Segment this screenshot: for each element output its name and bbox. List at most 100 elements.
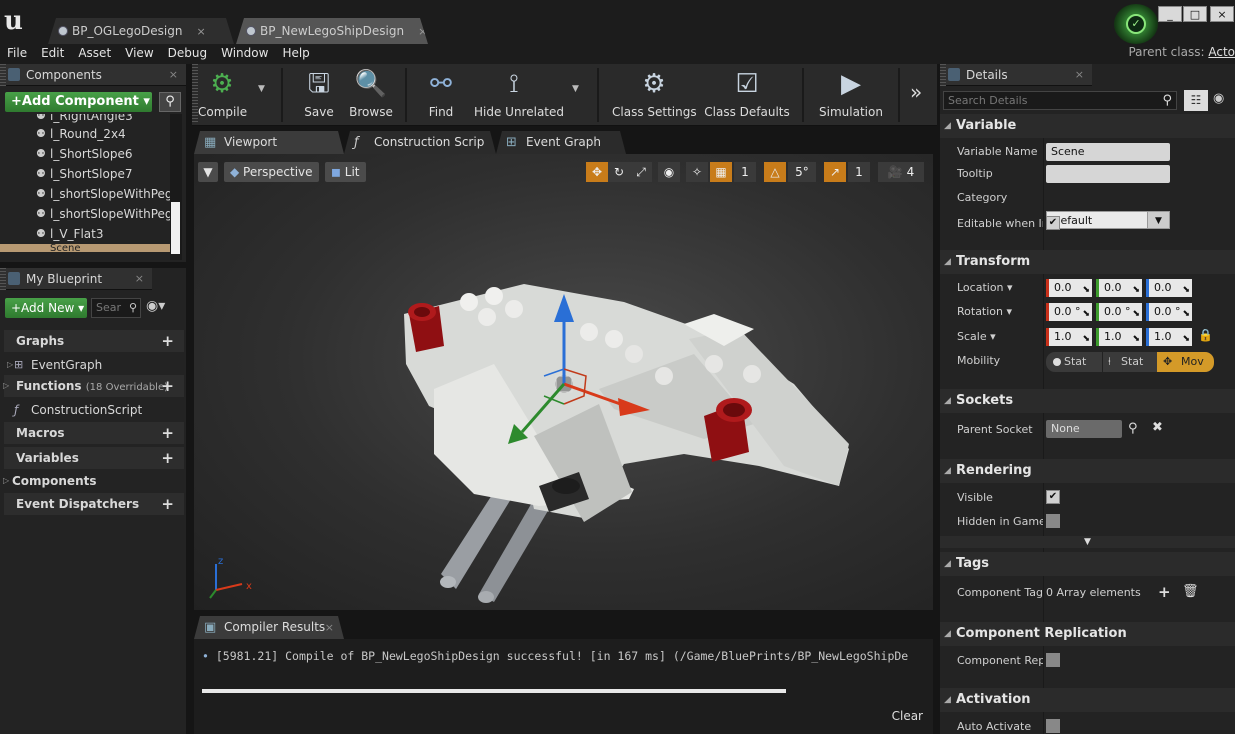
menu-view[interactable]: View [118,44,160,62]
class-defaults-button[interactable]: ☑ Class Defaults [704,64,790,124]
hide-unrelated-options-arrow-icon[interactable]: ▼ [572,84,579,94]
browse-button[interactable]: 🔍 Browse [346,64,396,124]
components-category[interactable]: ▷ Components [3,472,184,490]
search-icon[interactable]: ⚲ [159,92,181,112]
tab-construction-script[interactable]: ƒ Construction Scrip [344,131,496,154]
blueprint-search-input[interactable]: Sear ⚲ [91,298,141,318]
mobility-movable-option[interactable]: ✥ Mov [1157,352,1214,372]
expand-arrow-icon[interactable]: ▷ [3,472,9,490]
sockets-category-header[interactable]: ◢ Sockets [940,389,1235,413]
close-icon[interactable]: × [418,25,427,38]
close-icon[interactable]: × [135,268,144,290]
event-graph-item[interactable]: ▷ ⊞ EventGraph [4,355,184,375]
class-settings-button[interactable]: ⚙ Class Settings [612,64,697,124]
parent-socket-value[interactable]: None [1046,420,1122,438]
scale-x-input[interactable]: 1.0 ⬊ [1046,328,1092,346]
location-x-input[interactable]: 0.0 ⬊ [1046,279,1092,297]
menu-asset[interactable]: Asset [71,44,118,62]
variables-section[interactable]: Variables + [4,447,184,469]
variable-category-header[interactable]: ◢ Variable [940,114,1235,138]
tree-item[interactable]: ⚉ l_ShortSlope7 [0,164,170,184]
rotation-x-input[interactable]: 0.0 ° ⬊ [1046,303,1092,321]
tree-item[interactable]: ⚉ l_shortSlopeWithPeg7 [0,204,170,224]
construction-script-item[interactable]: ƒ ConstructionScript [4,400,184,420]
auto-activate-checkbox[interactable] [1046,719,1060,733]
menu-help[interactable]: Help [275,44,316,62]
menu-edit[interactable]: Edit [34,44,71,62]
replication-category-header[interactable]: ◢ Component Replication [940,622,1235,646]
source-control-badge-icon[interactable]: ✓ [1114,4,1158,44]
tooltip-input[interactable] [1046,165,1170,183]
add-macro-plus-icon[interactable]: + [161,422,174,444]
find-button[interactable]: ⚯ Find [418,64,464,124]
search-icon[interactable]: ⚲ [1128,421,1138,436]
expand-arrow-icon[interactable]: ▷ [3,375,9,397]
tree-item[interactable]: ⚉ l_V_Flat3 [0,224,170,244]
add-variable-plus-icon[interactable]: + [161,447,174,469]
rotation-z-input[interactable]: 0.0 ° ⬊ [1146,303,1192,321]
log-horizontal-scrollbar[interactable] [202,689,786,693]
visibility-eye-icon[interactable]: ◉ [1213,91,1224,106]
tree-item-selected[interactable]: Scene [0,244,170,252]
close-icon[interactable]: × [196,25,205,38]
trash-icon[interactable]: 🗑 [1182,584,1199,599]
location-y-input[interactable]: 0.0 ⬊ [1096,279,1142,297]
add-plus-icon[interactable]: + [1158,583,1171,601]
tree-item[interactable]: ⚉ l_Round_2x4 [0,124,170,144]
menu-file[interactable]: File [0,44,34,62]
rendering-category-header[interactable]: ◢ Rendering [940,459,1235,483]
variable-name-input[interactable]: Scene [1046,143,1170,161]
add-component-button[interactable]: +Add Component ▾ [5,92,152,115]
menu-debug[interactable]: Debug [161,44,214,62]
parent-class-link[interactable]: Acto [1208,45,1235,59]
tags-category-header[interactable]: ◢ Tags [940,552,1235,576]
close-window-button[interactable]: × [1210,6,1234,22]
graphs-section[interactable]: Graphs + [4,330,184,352]
mobility-stationary-option[interactable]: ⍿ Stat [1102,352,1157,372]
lock-icon[interactable]: 🔒 [1198,328,1213,342]
hidden-in-game-checkbox[interactable] [1046,514,1060,528]
advanced-expand-arrow-icon[interactable]: ▼ [940,536,1235,548]
scale-z-input[interactable]: 1.0 ⬊ [1146,328,1192,346]
more-chevron-icon[interactable]: » [910,80,922,104]
rotation-label[interactable]: Rotation ▾ [957,305,1043,318]
minimize-button[interactable]: _ [1158,6,1182,22]
functions-section[interactable]: ▷ Functions (18 Overridable) + [3,375,184,397]
add-new-button[interactable]: +Add New ▾ [5,298,87,321]
tree-item[interactable]: ⚉ l_RightAngle3 [0,114,170,124]
property-matrix-icon[interactable]: ☷ [1184,90,1208,111]
add-graph-plus-icon[interactable]: + [161,330,174,352]
close-icon[interactable]: × [325,616,334,639]
tree-item[interactable]: ⚉ l_shortSlopeWithPeg6 [0,184,170,204]
details-search-input[interactable]: Search Details ⚲ [943,91,1177,110]
compile-button[interactable]: ⚙ Compile [198,64,247,124]
location-z-input[interactable]: 0.0 ⬊ [1146,279,1192,297]
components-tab[interactable]: Components × [0,64,186,86]
tab-event-graph[interactable]: ⊞ Event Graph [496,131,626,154]
scale-y-input[interactable]: 1.0 ⬊ [1096,328,1142,346]
mobility-static-option[interactable]: Stat [1046,352,1102,372]
category-combo[interactable]: Default ▼ [1046,211,1170,229]
macros-section[interactable]: Macros + [4,422,184,444]
menu-window[interactable]: Window [214,44,275,62]
activation-category-header[interactable]: ◢ Activation [940,688,1235,712]
simulation-button[interactable]: ▶ Simulation [816,64,886,124]
scrollbar[interactable] [170,114,182,260]
doc-tab-og-lego[interactable]: BP_OGLegoDesign × [48,18,234,44]
add-dispatcher-plus-icon[interactable]: + [161,493,174,515]
scale-label[interactable]: Scale ▾ [957,330,1043,343]
visible-checkbox[interactable]: ✔ [1046,490,1060,504]
my-blueprint-tab[interactable]: My Blueprint × [0,268,152,290]
tab-compiler-results[interactable]: ▣ Compiler Results × [194,616,344,639]
transform-category-header[interactable]: ◢ Transform [940,250,1235,274]
clear-button[interactable]: Clear [892,709,923,723]
tree-item[interactable]: ⚉ l_ShortSlope6 [0,144,170,164]
tab-viewport[interactable]: ▦ Viewport [194,131,344,154]
visibility-eye-icon[interactable]: ◉▾ [146,298,165,314]
component-replicates-checkbox[interactable] [1046,653,1060,667]
hide-unrelated-button[interactable]: ⟟ Hide Unrelated [474,64,564,124]
close-icon[interactable]: × [169,64,178,86]
expand-arrow-icon[interactable]: ▷ [7,355,13,375]
details-tab[interactable]: Details × [940,64,1092,86]
close-icon[interactable]: × [1075,64,1084,86]
